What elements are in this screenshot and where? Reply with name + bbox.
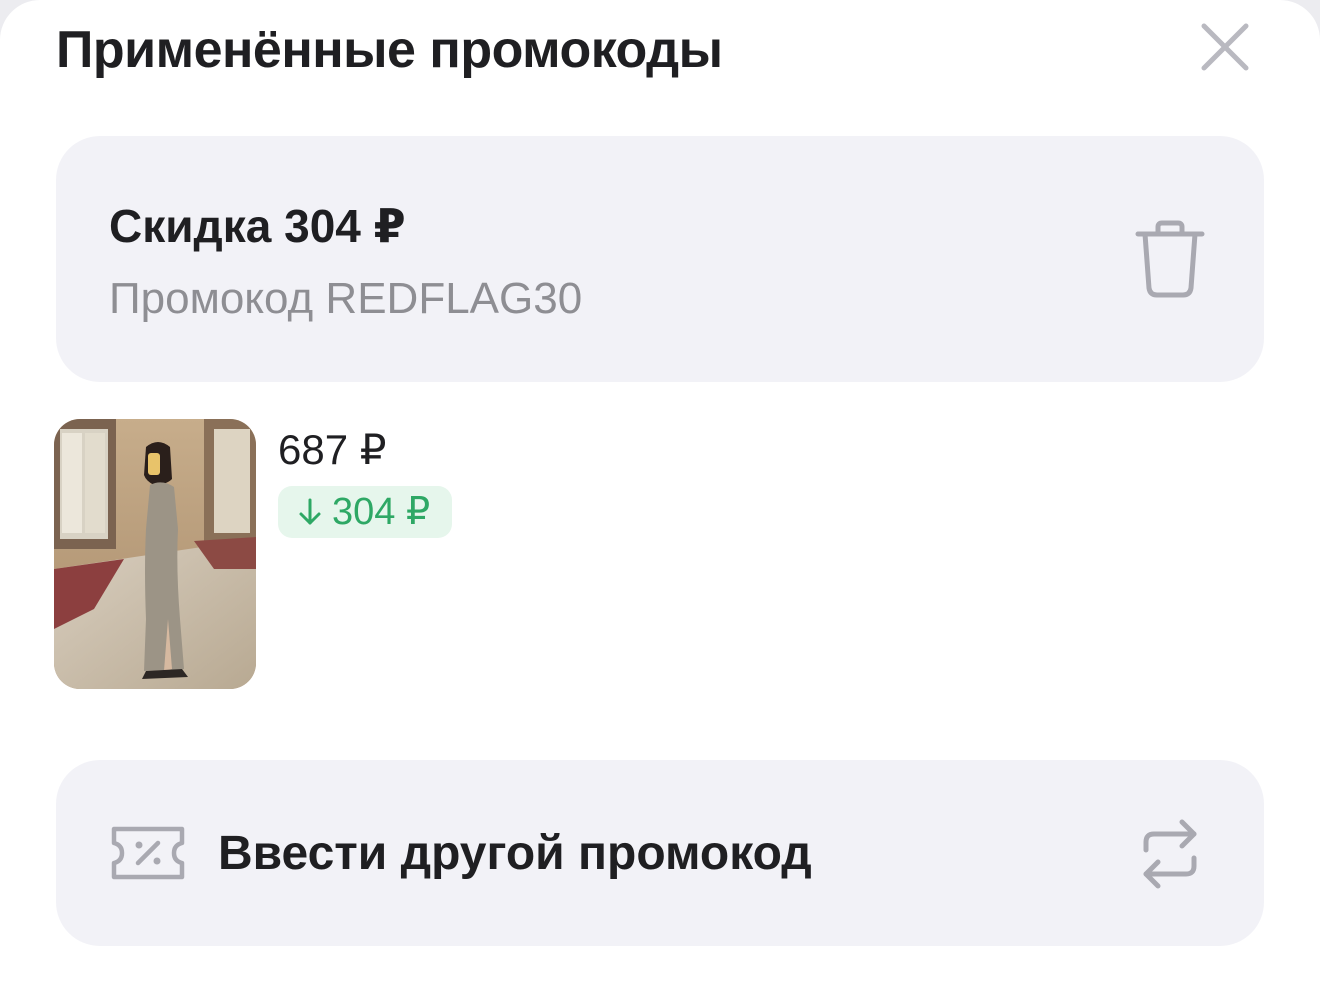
discount-badge: 304 ₽ (278, 486, 453, 538)
arrow-down-icon (299, 498, 321, 525)
product-price: 687 ₽ (278, 426, 387, 473)
page-title: Применённые промокоды (56, 21, 723, 79)
applied-promo-card: Скидка 304 ₽ Промокод REDFLAG30 (56, 136, 1264, 382)
promo-code-label: Промокод REDFLAG30 (109, 274, 583, 323)
delete-promo-button[interactable] (1132, 218, 1208, 300)
product-image[interactable] (54, 419, 256, 689)
enter-other-promo-label: Ввести другой промокод (218, 827, 812, 880)
discount-value: 304 ₽ (332, 491, 431, 533)
enter-other-promo-button[interactable]: Ввести другой промокод (56, 760, 1264, 946)
close-button[interactable] (1190, 16, 1260, 80)
close-icon (1201, 23, 1249, 71)
promo-discount-amount: Скидка 304 ₽ (109, 200, 406, 252)
coupon-icon (111, 826, 185, 880)
promo-sheet: Применённые промокоды Скидка 304 ₽ Промо… (0, 0, 1320, 993)
trash-icon (1135, 220, 1205, 298)
swap-icon (1143, 819, 1197, 889)
